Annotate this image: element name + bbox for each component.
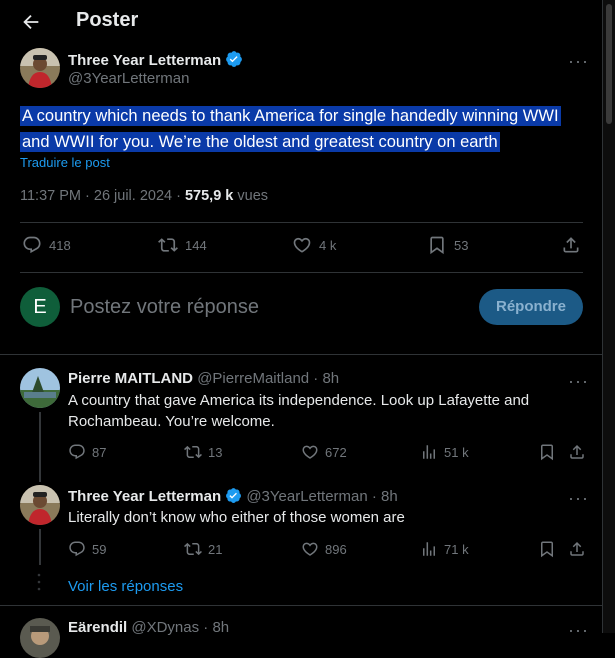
comment-reply-count: 87 — [92, 444, 107, 460]
comment-more-icon[interactable]: ··· — [568, 489, 589, 507]
comment-like-button[interactable]: 896 — [301, 540, 347, 558]
reply-submit-button[interactable]: Répondre — [479, 289, 583, 325]
like-count: 4 k — [319, 237, 337, 253]
comment-like-button[interactable]: 672 — [301, 443, 347, 461]
comment-share-button[interactable] — [568, 540, 586, 558]
author-handle[interactable]: @3YearLetterman — [68, 70, 189, 87]
comment-actions: 87 13 672 51 k — [68, 443, 588, 463]
reply-icon — [69, 444, 85, 460]
post-meta: 11:37 PM · 26 juil. 2024 · 575,9 k vues — [20, 188, 268, 204]
comment-repost-button[interactable]: 21 — [184, 540, 222, 558]
more-options-icon[interactable]: ··· — [568, 52, 589, 70]
views-count: 575,9 k — [184, 188, 234, 204]
divider — [0, 354, 603, 355]
views-icon — [423, 542, 435, 556]
header: Poster — [0, 0, 603, 44]
commenter-avatar[interactable] — [20, 485, 60, 525]
user-avatar[interactable]: E — [20, 287, 60, 327]
divider — [20, 272, 583, 273]
share-icon — [570, 541, 584, 556]
comment-actions: 59 21 896 71 k — [68, 540, 588, 560]
commenter-handle[interactable]: @XDynas · 8h — [131, 619, 229, 636]
author-name-row[interactable]: Three Year Letterman — [68, 50, 243, 69]
divider — [20, 222, 583, 223]
like-button[interactable]: 4 k — [292, 235, 336, 255]
share-button[interactable] — [561, 235, 581, 255]
comment-repost-button[interactable]: 13 — [184, 443, 222, 461]
scrollbar-thumb[interactable] — [606, 4, 612, 124]
commenter-name[interactable]: Eärendil — [68, 619, 127, 636]
post-actions: 418 144 4 k 53 — [20, 235, 583, 259]
comment-share-button[interactable] — [568, 443, 586, 461]
comment-more-icon[interactable]: ··· — [568, 372, 589, 390]
comment-reply-button[interactable]: 87 — [68, 443, 106, 461]
verified-badge-icon — [225, 50, 243, 68]
author-name[interactable]: Three Year Letterman — [68, 52, 221, 69]
comment-repost-count: 21 — [208, 541, 223, 557]
comment-reply-button[interactable]: 59 — [68, 540, 106, 558]
comment-views-count: 71 k — [444, 541, 469, 557]
back-arrow-icon[interactable] — [20, 11, 42, 33]
commenter-avatar[interactable] — [20, 368, 60, 408]
reply-icon — [23, 236, 41, 254]
reply-button[interactable]: 418 — [22, 235, 71, 255]
commenter-avatar[interactable] — [20, 618, 60, 658]
commenter-name[interactable]: Pierre MAITLAND — [68, 370, 193, 387]
reply-icon — [69, 541, 85, 557]
divider — [0, 605, 603, 606]
thread-line — [39, 412, 41, 482]
comment-like-count: 896 — [325, 541, 347, 557]
post-text-content: A country which needs to thank America f… — [20, 106, 561, 152]
bookmark-count: 53 — [454, 237, 469, 253]
comment-views-button[interactable]: 71 k — [420, 540, 469, 558]
comment-header: Pierre MAITLAND @PierreMaitland · 8h — [68, 370, 339, 387]
repost-icon — [184, 445, 202, 459]
comment-text: Literally don’t know who either of those… — [68, 509, 405, 526]
page-title: Poster — [76, 9, 139, 31]
views-label: vues — [233, 188, 269, 204]
see-replies-link[interactable]: Voir les réponses — [68, 578, 183, 595]
reply-input[interactable]: Postez votre réponse — [70, 296, 259, 319]
comment-like-count: 672 — [325, 444, 347, 460]
comment-text: A country that gave America its independ… — [68, 392, 530, 430]
thread-line — [39, 529, 41, 565]
reply-count: 418 — [49, 237, 71, 253]
author-avatar[interactable] — [20, 48, 60, 88]
views-icon — [423, 445, 435, 459]
heart-icon — [293, 237, 311, 253]
commenter-handle[interactable]: @PierreMaitland · 8h — [197, 370, 339, 387]
comment-bookmark-button[interactable] — [538, 443, 556, 461]
bookmark-icon — [541, 444, 553, 461]
comment-views-button[interactable]: 51 k — [420, 443, 469, 461]
heart-icon — [302, 445, 318, 459]
thread-dots — [37, 572, 41, 596]
repost-icon — [184, 542, 202, 556]
repost-button[interactable]: 144 — [158, 235, 207, 255]
repost-icon — [158, 238, 178, 252]
scrollbar[interactable] — [603, 0, 615, 633]
comment-header: Eärendil @XDynas · 8h — [68, 619, 229, 636]
bookmark-icon — [430, 236, 444, 255]
share-icon — [563, 237, 579, 253]
bookmark-button[interactable]: 53 — [427, 235, 468, 255]
repost-count: 144 — [185, 237, 207, 253]
bookmark-icon — [541, 541, 553, 558]
verified-badge-icon — [225, 487, 242, 504]
post-timestamp[interactable]: 11:37 PM · 26 juil. 2024 · — [20, 188, 185, 204]
commenter-name[interactable]: Three Year Letterman — [68, 488, 221, 505]
comment-more-icon[interactable]: ··· — [568, 621, 589, 639]
share-icon — [570, 444, 584, 459]
heart-icon — [302, 542, 318, 556]
comment-header: Three Year Letterman @3YearLetterman · 8… — [68, 487, 398, 505]
comment-views-count: 51 k — [444, 444, 469, 460]
translate-link[interactable]: Traduire le post — [20, 155, 110, 170]
post-text: A country which needs to thank America f… — [20, 103, 565, 155]
comment-bookmark-button[interactable] — [538, 540, 556, 558]
comment-repost-count: 13 — [208, 444, 223, 460]
commenter-handle[interactable]: @3YearLetterman · 8h — [246, 488, 397, 505]
comment-reply-count: 59 — [92, 541, 107, 557]
